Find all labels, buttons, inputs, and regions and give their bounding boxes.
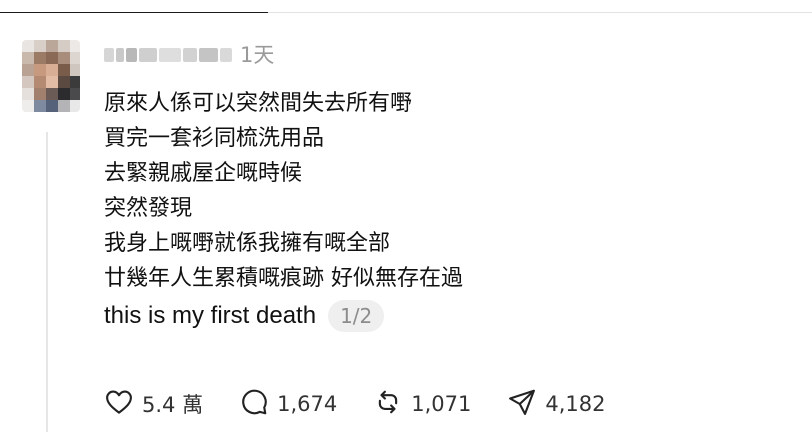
repost-count: 1,071 — [411, 392, 472, 416]
repost-icon — [373, 387, 403, 422]
comment-icon — [239, 387, 269, 422]
post-line: 我身上嘅嘢就係我擁有嘅全部 — [104, 231, 391, 256]
post-line: this is my first death — [104, 302, 317, 329]
top-divider-dark — [0, 12, 268, 13]
like-button[interactable]: 5.4 萬 — [104, 387, 203, 422]
share-button[interactable]: 4,182 — [507, 387, 605, 422]
action-bar: 5.4 萬 1,674 1,071 4,182 — [104, 386, 641, 422]
page-indicator[interactable]: 1/2 — [328, 299, 385, 332]
post-line: 廿幾年人生累積嘅痕跡 好似無存在過 — [104, 266, 463, 291]
thread-line — [46, 132, 48, 432]
comment-button[interactable]: 1,674 — [239, 387, 337, 422]
share-icon — [507, 387, 537, 422]
post-line: 買完一套衫同梳洗用品 — [104, 126, 325, 151]
comment-count: 1,674 — [277, 392, 338, 416]
post-line: 去緊親戚屋企嘅時候 — [104, 161, 303, 186]
top-divider-light — [268, 12, 812, 13]
post-line: 突然發現 — [104, 196, 193, 221]
post-body: 原來人係可以突然間失去所有嘢 買完一套衫同梳洗用品 去緊親戚屋企嘅時候 突然發現… — [104, 86, 794, 333]
like-count: 5.4 萬 — [142, 393, 204, 417]
heart-icon — [104, 387, 134, 422]
avatar[interactable] — [22, 40, 80, 112]
post-line-last: this is my first death 1/2 — [104, 298, 794, 333]
username-redacted[interactable] — [104, 42, 233, 68]
post-time: 1天 — [240, 43, 275, 67]
share-count: 4,182 — [545, 392, 606, 416]
post-line: 原來人係可以突然間失去所有嘢 — [104, 91, 413, 116]
repost-button[interactable]: 1,071 — [373, 387, 471, 422]
